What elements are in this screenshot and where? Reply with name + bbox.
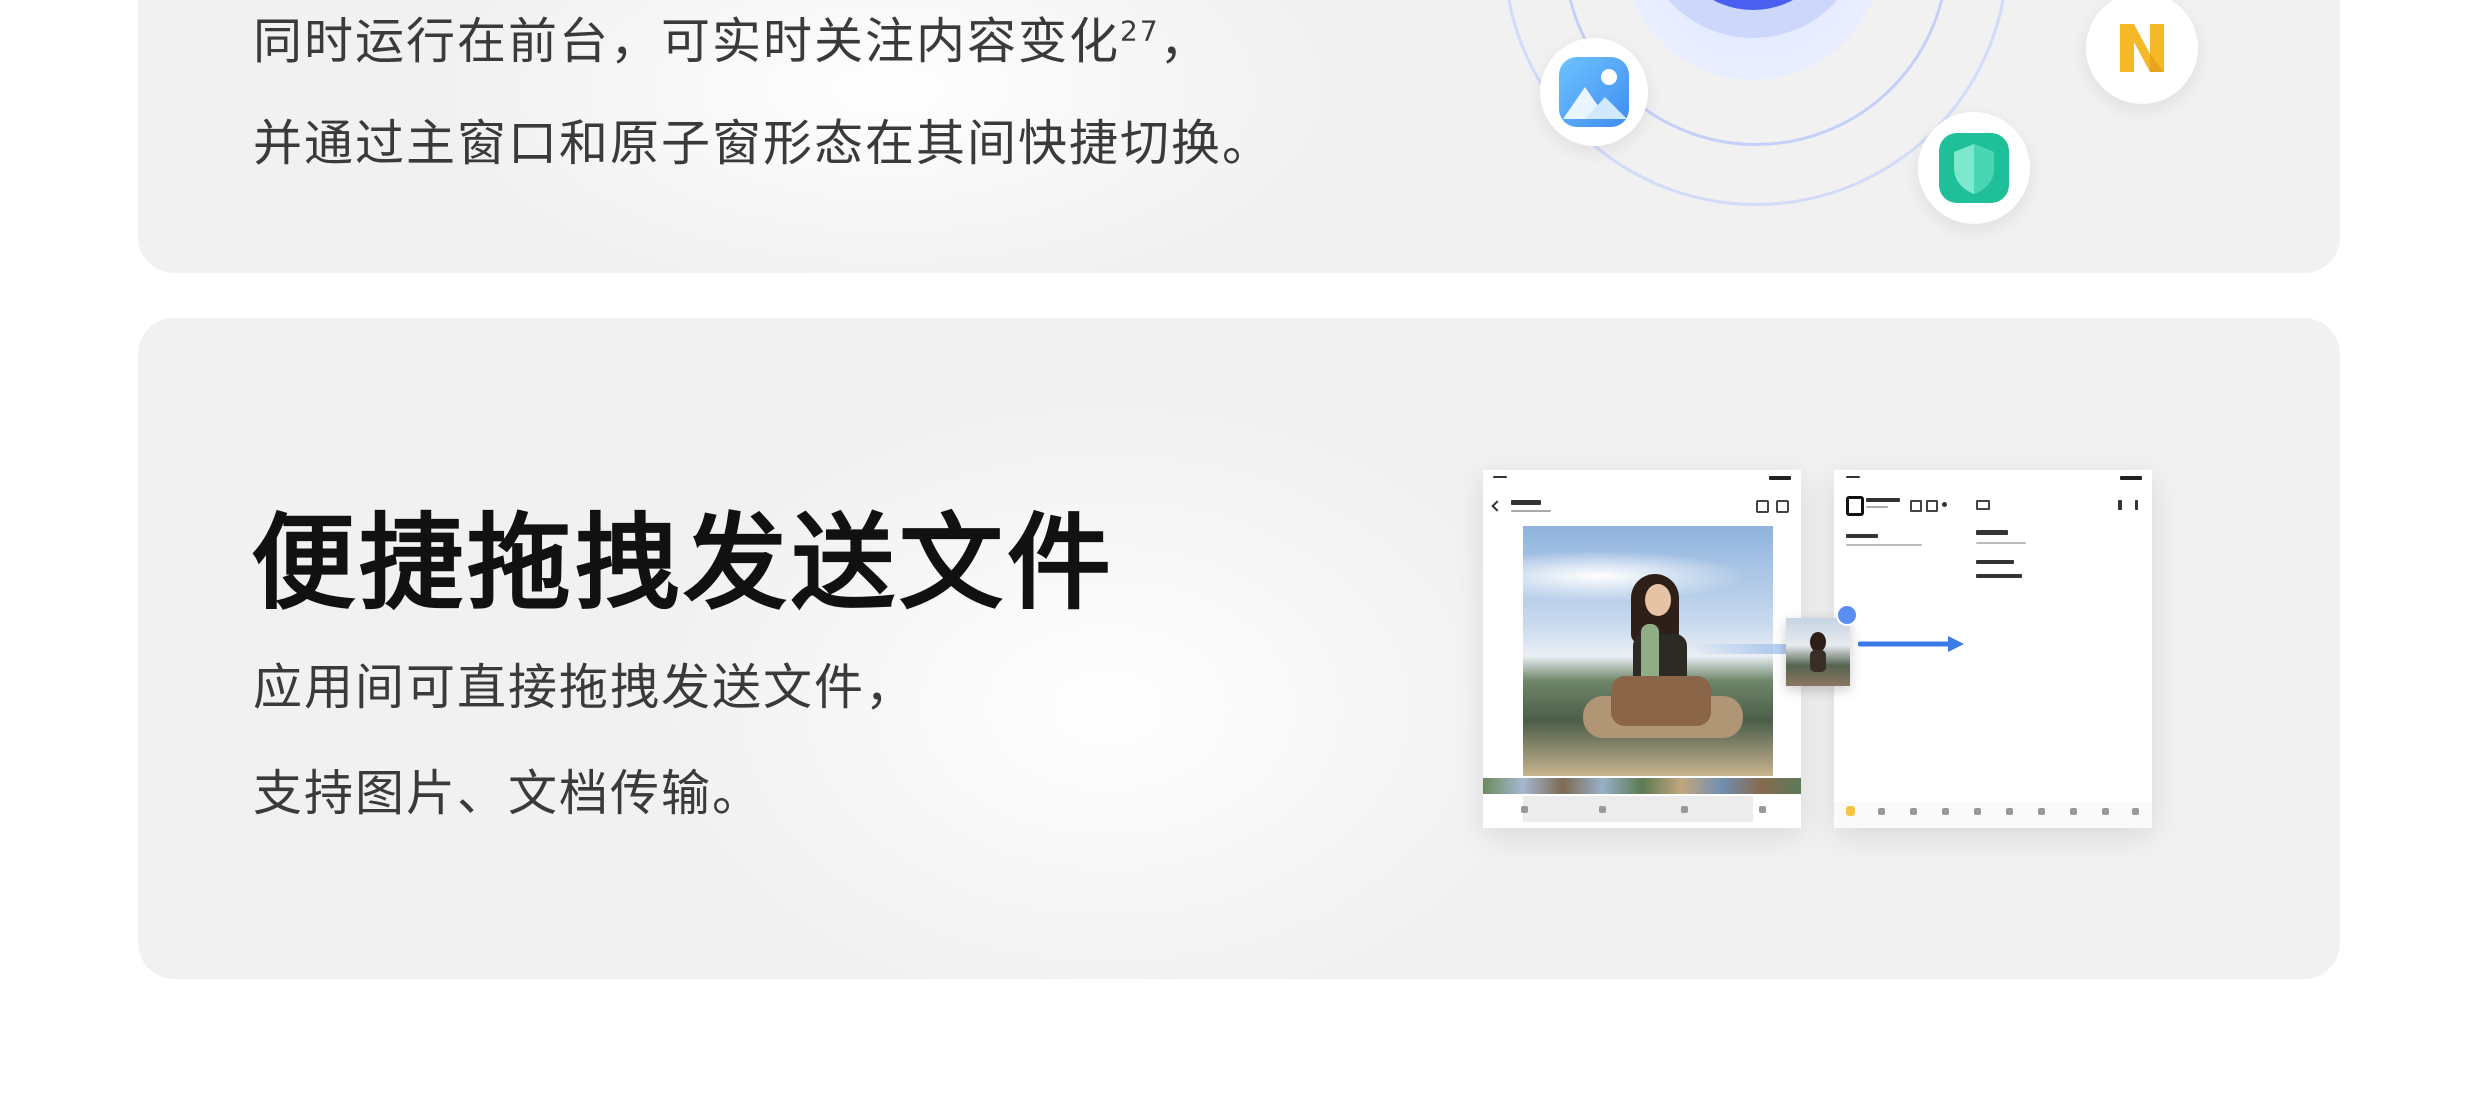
dock-item[interactable] [2070,808,2077,815]
drag-badge [1836,604,1858,626]
photo-person-face [1645,584,1671,616]
dock-item[interactable] [1910,808,1917,815]
more-icon[interactable] [1776,500,1789,513]
note-heading [1976,530,2008,535]
toolbar-item[interactable] [1759,806,1766,813]
feature-description-line2: 支持图片、文档传输。 [253,765,764,822]
feature-description-line1: 同时运行在前台，可实时关注内容变化27， [253,2,1211,73]
dock-item[interactable] [1878,808,1885,815]
photo-thumbnail-icon [1810,632,1826,672]
note-line [1976,542,2026,544]
window-subtitle [1511,510,1551,512]
bottom-dock [1834,802,2152,828]
toolbar-item[interactable] [1521,806,1528,813]
toolbar-icon[interactable] [1942,502,1947,507]
feature-title: 便捷拖拽发送文件 [251,502,1116,624]
feature-card-multiwindow: 同时运行在前台，可实时关注内容变化27， 并通过主窗口和原子窗形态在其间快捷切换… [138,0,2340,273]
toolbar-item[interactable] [1681,806,1688,813]
note-list-line [1846,544,1922,546]
notes-icon [2120,24,2164,72]
toolbar-icon[interactable] [1910,500,1922,512]
line1-end: ， [1159,13,1211,70]
drag-arrow-icon [1858,636,1964,652]
back-icon[interactable] [1491,500,1503,512]
folder-title [1866,498,1900,502]
status-bar [1493,476,1507,478]
toolbar-icon[interactable] [1926,500,1938,512]
note-list-title [1846,534,1878,538]
more-icon[interactable] [2135,500,2138,510]
note-line [1976,574,2022,578]
notes-app-button[interactable] [2086,0,2198,104]
dock-item[interactable] [2006,808,2013,815]
feature-description-line2: 并通过主窗口和原子窗形态在其间快捷切换。 [253,115,1274,172]
security-app-button[interactable] [1918,112,2030,224]
edit-icon[interactable] [2118,500,2122,510]
battery-indicator [2120,476,2142,480]
footnote-ref: 27 [1120,14,1160,48]
thumbnail-strip[interactable] [1483,778,1801,794]
line1-text: 同时运行在前台，可实时关注内容变化 [253,13,1121,70]
toolbar-item[interactable] [1599,806,1606,813]
folder-icon[interactable] [1846,496,1864,516]
folder-subtitle [1866,506,1888,508]
photo-person-scarf [1641,624,1659,684]
dock-item[interactable] [2038,808,2045,815]
dock-item[interactable] [2132,808,2139,815]
dock-app-icon[interactable] [1846,806,1855,816]
dock-item[interactable] [1974,808,1981,815]
gallery-icon [1559,57,1629,127]
panel-icon[interactable] [1976,500,1990,510]
security-shield-icon [1939,133,2009,203]
feature-description-line1: 应用间可直接拖拽发送文件， [253,659,917,716]
window-title [1511,500,1541,505]
photo-person-skirt [1611,676,1711,726]
bottom-toolbar [1523,796,1753,822]
gallery-app-button[interactable] [1540,38,1648,146]
dock-item[interactable] [2102,808,2109,815]
share-icon[interactable] [1756,500,1769,513]
note-line [1976,560,2014,564]
dock-item[interactable] [1942,808,1949,815]
battery-indicator [1769,476,1791,480]
dragged-photo-thumbnail[interactable] [1786,618,1850,686]
feature-card-drag-send: 便捷拖拽发送文件 应用间可直接拖拽发送文件， 支持图片、文档传输。 [138,318,2340,979]
status-bar [1846,476,1860,478]
